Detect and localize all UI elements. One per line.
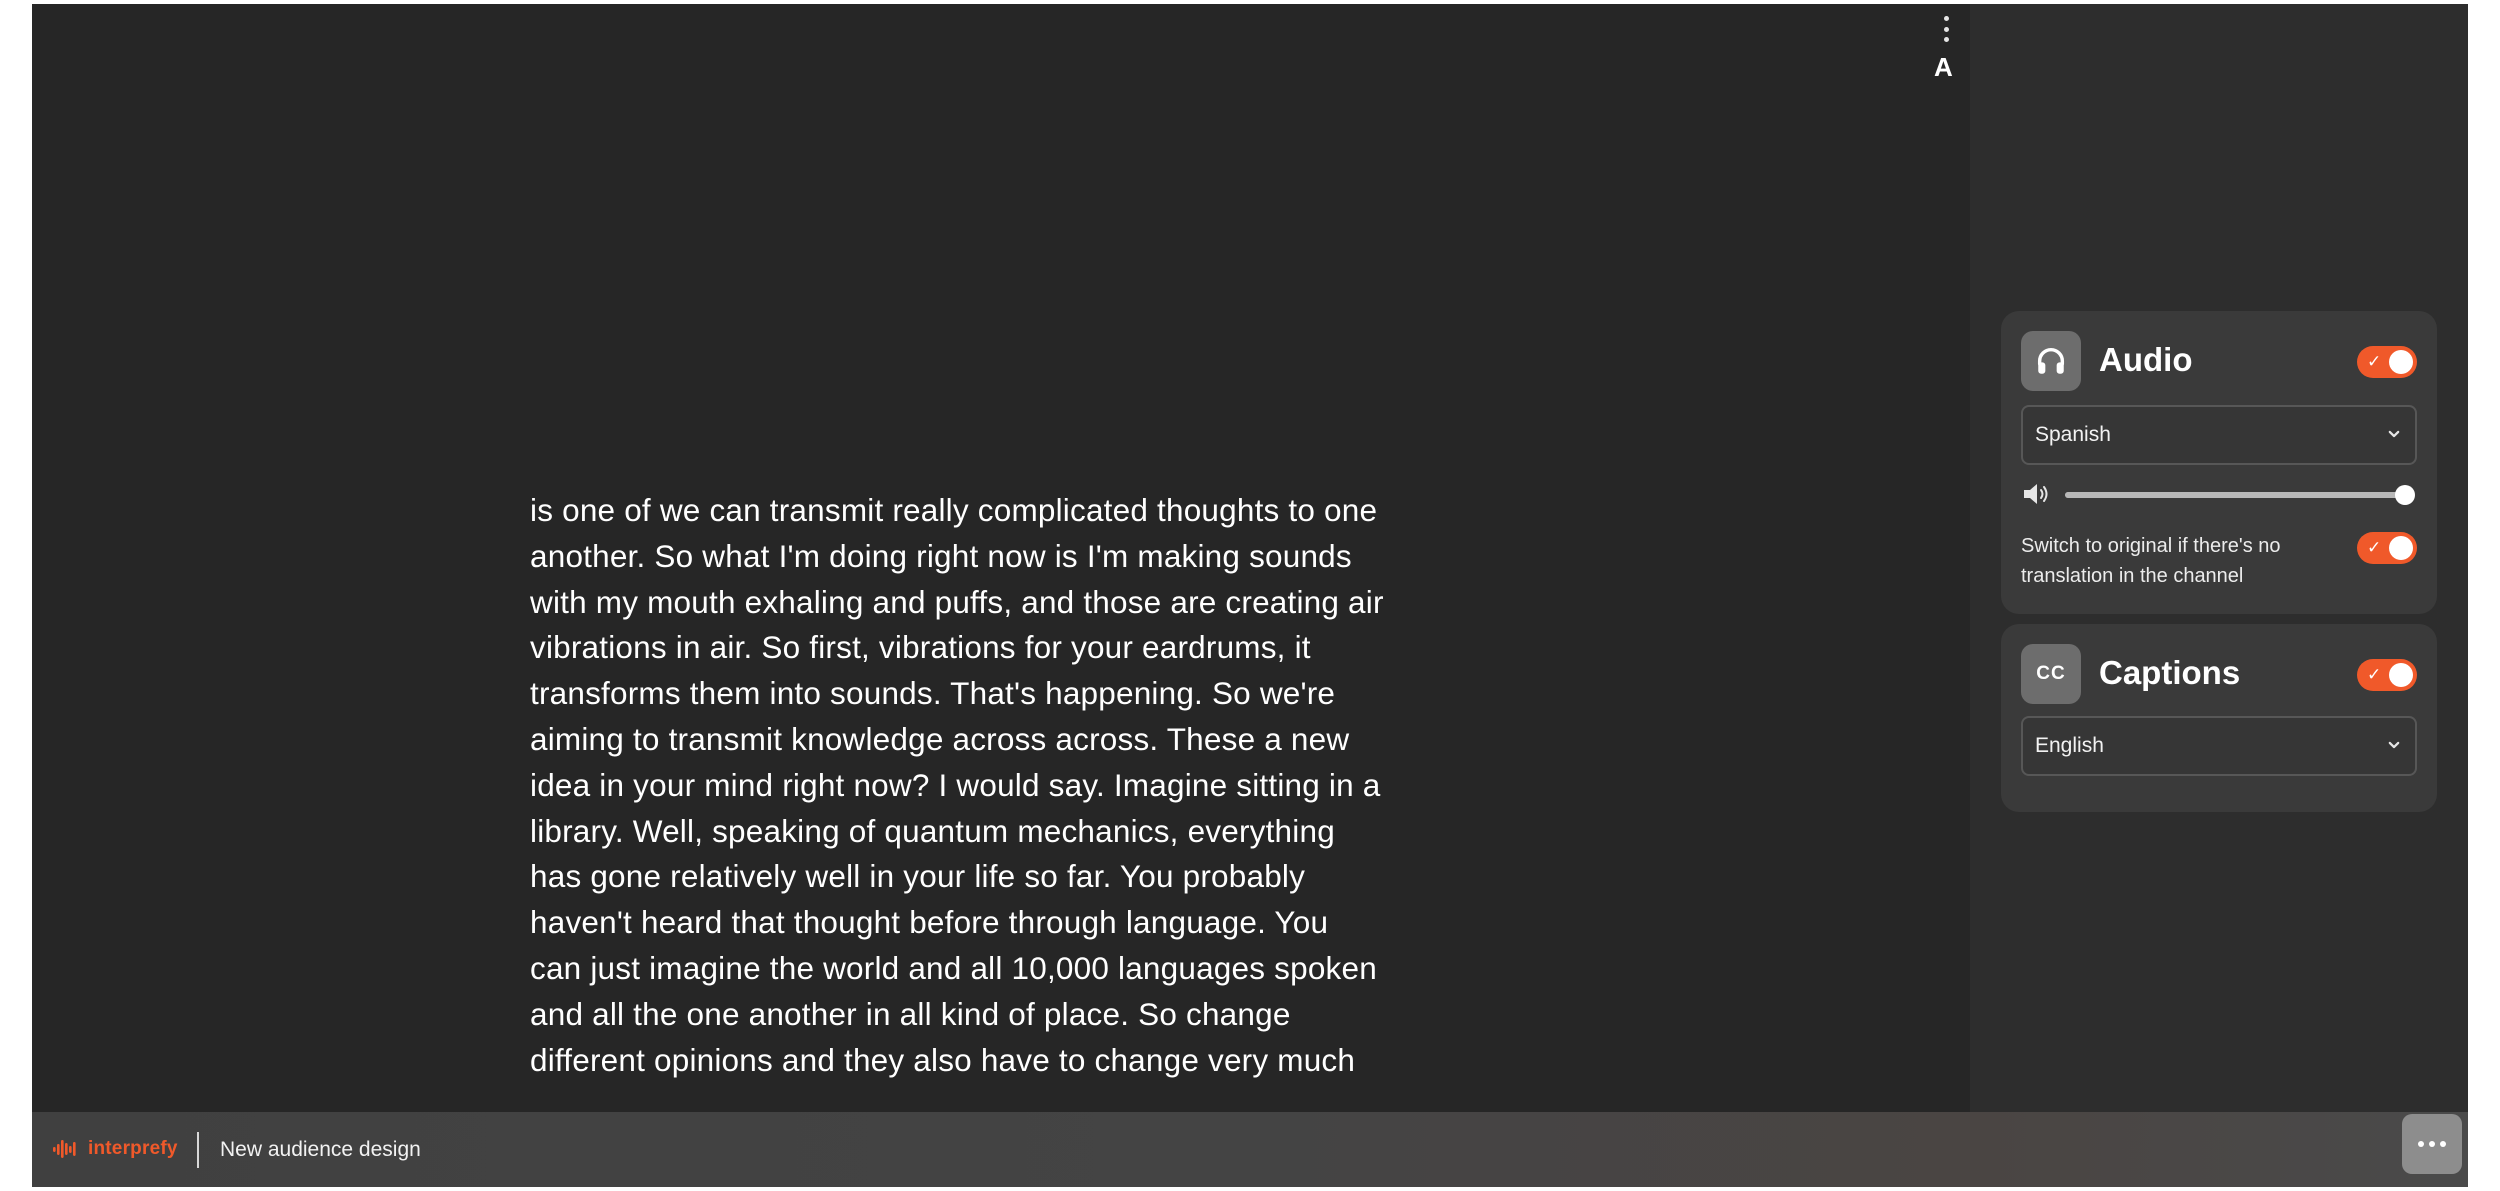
- transcript-line: has gone relatively well in your life so…: [530, 858, 1306, 895]
- captions-language-value: English: [2035, 734, 2104, 757]
- captions-language-select[interactable]: English: [2021, 716, 2417, 776]
- transcript-line: is one of we can transmit really complic…: [530, 492, 1378, 528]
- audio-language-select[interactable]: Spanish: [2021, 405, 2417, 465]
- transcript-line: transforms them into sounds. That's happ…: [530, 675, 1336, 712]
- audio-language-value: Spanish: [2035, 423, 2111, 446]
- footer-divider: [197, 1132, 199, 1168]
- volume-slider-fill: [2065, 492, 2405, 498]
- more-menu-button[interactable]: [2402, 1114, 2462, 1174]
- toggle-knob: [2389, 663, 2413, 687]
- event-name: New audience design: [220, 1138, 421, 1161]
- audio-toggle[interactable]: ✓: [2357, 346, 2417, 378]
- transcript-line: with my mouth exhaling and puffs, and th…: [530, 583, 1384, 620]
- app-window: A is one of we can transmit really compl…: [32, 4, 2468, 1187]
- transcript-line: library. Well, speaking of quantum mecha…: [530, 812, 1335, 849]
- volume-icon: [2024, 484, 2048, 504]
- caption-transcript: is one of we can transmit really complic…: [530, 488, 1470, 1083]
- audio-title: Audio: [2099, 341, 2193, 378]
- transcript-line: can just imagine the world and all 10,00…: [530, 949, 1377, 986]
- transcript-line: another. So what I'm doing right now is …: [530, 537, 1352, 574]
- chevron-down-icon: [2388, 430, 2400, 438]
- sound-wave-icon: [53, 1140, 76, 1158]
- transcript-line: aiming to transmit knowledge across acro…: [530, 720, 1350, 757]
- more-options-icon[interactable]: [1940, 16, 1952, 42]
- closed-captions-icon: CC: [2021, 644, 2081, 704]
- cc-icon-text: CC: [2036, 663, 2066, 684]
- volume-slider-handle[interactable]: [2395, 485, 2415, 505]
- check-icon: ✓: [2367, 352, 2382, 371]
- audio-panel: Audio ✓ Spanish Switch to original if th…: [2001, 311, 2437, 614]
- font-size-label: A: [1934, 52, 1953, 82]
- transcript-line: vibrations in air. So first, vibrations …: [530, 629, 1311, 666]
- transcript-line: haven't heard that thought before throug…: [530, 904, 1329, 941]
- caption-stage: A is one of we can transmit really compl…: [32, 4, 1970, 1112]
- ellipsis-icon: [2418, 1141, 2446, 1147]
- brand-logo: interprefy: [52, 1134, 178, 1164]
- brand-name: interprefy: [88, 1138, 178, 1159]
- captions-panel: CC Captions ✓ English: [2001, 624, 2437, 812]
- footer-bar: interprefy New audience design: [32, 1112, 2468, 1187]
- captions-title: Captions: [2099, 654, 2241, 691]
- headphones-icon: [2021, 331, 2081, 391]
- switch-to-original-toggle[interactable]: ✓: [2357, 532, 2417, 564]
- switch-to-original-label: Switch to original if there's no transla…: [2021, 535, 2281, 587]
- check-icon: ✓: [2367, 538, 2382, 557]
- transcript-line: different opinions and they also have to…: [530, 1041, 1356, 1078]
- volume-slider[interactable]: [2065, 485, 2415, 505]
- toggle-knob: [2389, 536, 2413, 560]
- font-size-button[interactable]: A: [1934, 50, 1962, 84]
- chevron-down-icon: [2388, 741, 2400, 749]
- transcript-line: idea in your mind right now? I would say…: [530, 766, 1381, 803]
- check-icon: ✓: [2367, 665, 2382, 684]
- captions-toggle[interactable]: ✓: [2357, 659, 2417, 691]
- toggle-knob: [2389, 350, 2413, 374]
- transcript-line: and all the one another in all kind of p…: [530, 995, 1291, 1032]
